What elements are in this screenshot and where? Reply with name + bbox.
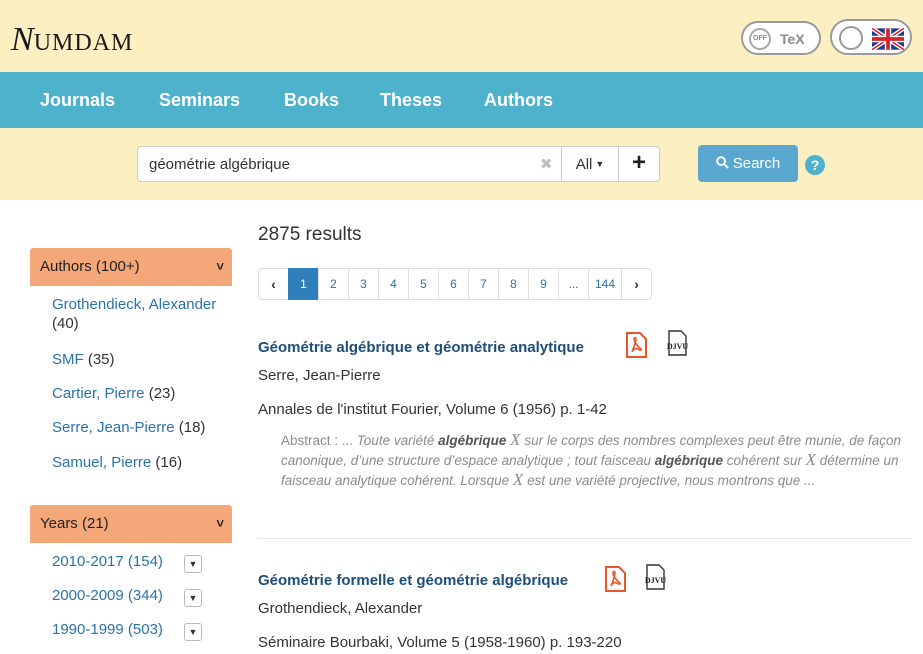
- pagination-page[interactable]: 2: [318, 268, 349, 300]
- pdf-icon[interactable]: [604, 566, 626, 592]
- pagination-ellipsis: ...: [558, 268, 589, 300]
- uk-flag-icon: [872, 28, 904, 50]
- abstract-math: X: [512, 470, 524, 489]
- abstract-math: X: [805, 450, 816, 469]
- pagination-page[interactable]: 144: [588, 268, 623, 300]
- nav-books[interactable]: Books: [284, 90, 339, 111]
- pdf-icon[interactable]: [625, 332, 647, 358]
- nav-seminars[interactable]: Seminars: [159, 90, 240, 111]
- authors-facet-title: Authors (100+): [40, 258, 140, 275]
- facet-author-item[interactable]: SMF (35): [52, 350, 227, 369]
- facet-year-item[interactable]: 1990-1999 (503): [52, 621, 163, 638]
- abstract-text: est une variété projective, nous montron…: [527, 473, 816, 488]
- result-author[interactable]: Serre, Jean-Pierre: [258, 367, 381, 384]
- numdam-logo[interactable]: NUMDAM: [11, 21, 133, 59]
- years-facet-title: Years (21): [40, 515, 109, 532]
- help-icon[interactable]: ?: [805, 155, 825, 175]
- abstract-text: cohérent sur: [726, 453, 802, 468]
- facet-author-name: Samuel, Pierre: [52, 454, 152, 471]
- main-nav: Journals Seminars Books Theses Authors: [0, 72, 923, 128]
- pagination: ‹ 1 2 3 4 5 6 7 8 9 ... 144 ›: [258, 268, 653, 300]
- pagination-page[interactable]: 4: [378, 268, 409, 300]
- abstract-label: Abstract : ...: [281, 433, 354, 448]
- search-input[interactable]: [137, 146, 562, 182]
- search-button[interactable]: Search: [698, 145, 798, 182]
- djvu-icon-label: DJVU: [645, 576, 667, 585]
- facet-year-item[interactable]: 2010-2017 (154): [52, 553, 163, 570]
- chevron-down-icon: ˅: [216, 259, 224, 274]
- search-scope-dropdown[interactable]: All ▼: [561, 146, 619, 182]
- pagination-next[interactable]: ›: [621, 268, 653, 300]
- years-facet-header[interactable]: Years (21) ˅: [30, 505, 232, 543]
- nav-journals[interactable]: Journals: [40, 90, 115, 111]
- nav-theses[interactable]: Theses: [380, 90, 442, 111]
- pagination-page[interactable]: 3: [348, 268, 379, 300]
- result-title[interactable]: Géométrie formelle et géométrie algébriq…: [258, 572, 568, 589]
- search-icon: [716, 156, 729, 169]
- nav-authors[interactable]: Authors: [484, 90, 553, 111]
- facet-author-name: Grothendieck, Alexander: [52, 296, 217, 313]
- tex-toggle[interactable]: OFF TeX: [741, 21, 821, 55]
- results-count: 2875 results: [258, 224, 362, 245]
- tex-toggle-knob: OFF: [749, 28, 771, 50]
- djvu-icon-label: DJVU: [667, 342, 689, 351]
- search-band: ✖ All▼ + Search ?: [0, 128, 923, 200]
- result-source: Annales de l'institut Fourier, Volume 6 …: [258, 401, 607, 418]
- pagination-page-active[interactable]: 1: [288, 268, 319, 300]
- djvu-icon[interactable]: DJVU: [643, 564, 668, 590]
- logo-initial: N: [11, 21, 34, 58]
- header-bar: NUMDAM OFF TeX: [0, 0, 923, 72]
- facet-author-name: Serre, Jean-Pierre: [52, 419, 175, 436]
- chevron-down-icon[interactable]: ▼: [184, 623, 202, 641]
- language-toggle-knob: [839, 26, 863, 50]
- result-abstract: Abstract : ... Toute variété algébrique …: [281, 430, 913, 490]
- language-toggle[interactable]: [830, 19, 912, 55]
- facet-author-item[interactable]: Serre, Jean-Pierre (18): [52, 418, 227, 437]
- clear-icon[interactable]: ✖: [540, 155, 553, 173]
- facet-author-count: (18): [178, 419, 206, 436]
- chevron-down-icon[interactable]: ▼: [184, 589, 202, 607]
- chevron-down-icon[interactable]: ▼: [184, 555, 202, 573]
- facet-year-item[interactable]: 2000-2009 (344): [52, 587, 163, 604]
- pagination-prev[interactable]: ‹: [258, 268, 289, 300]
- facet-author-name: Cartier, Pierre: [52, 385, 145, 402]
- chevron-down-icon: ˅: [216, 516, 224, 531]
- abstract-text: Toute variété: [356, 433, 435, 448]
- facet-author-count: (23): [148, 385, 176, 402]
- abstract-highlight: algébrique: [654, 453, 724, 468]
- facet-author-count: (35): [87, 351, 115, 368]
- facet-author-item[interactable]: Samuel, Pierre (16): [52, 453, 227, 472]
- facet-author-item[interactable]: Cartier, Pierre (23): [52, 384, 227, 403]
- result-title[interactable]: Géométrie algébrique et géométrie analyt…: [258, 339, 584, 356]
- pagination-page[interactable]: 5: [408, 268, 439, 300]
- facet-author-name: SMF: [52, 351, 84, 368]
- result-author[interactable]: Grothendieck, Alexander: [258, 600, 422, 617]
- result-source: Séminaire Bourbaki, Volume 5 (1958-1960)…: [258, 634, 622, 651]
- caret-down-icon: ▼: [595, 159, 605, 169]
- tex-toggle-label: TeX: [780, 31, 805, 47]
- abstract-math: X: [510, 430, 521, 449]
- djvu-icon[interactable]: DJVU: [665, 330, 690, 356]
- result-divider: [258, 538, 912, 539]
- authors-facet-header[interactable]: Authors (100+) ˅: [30, 248, 232, 286]
- facet-author-count: (40): [52, 315, 79, 332]
- pagination-page[interactable]: 7: [468, 268, 499, 300]
- pagination-page[interactable]: 6: [438, 268, 469, 300]
- pagination-page[interactable]: 9: [528, 268, 559, 300]
- search-button-label: Search: [732, 155, 781, 172]
- facet-author-item[interactable]: Grothendieck, Alexander (40): [52, 295, 227, 333]
- logo-text: UMDAM: [33, 30, 134, 56]
- pagination-page[interactable]: 8: [498, 268, 529, 300]
- add-criteria-button[interactable]: +: [618, 146, 660, 182]
- facet-author-count: (16): [155, 454, 183, 471]
- abstract-highlight: algébrique: [438, 433, 507, 448]
- search-scope-label: All: [575, 156, 593, 173]
